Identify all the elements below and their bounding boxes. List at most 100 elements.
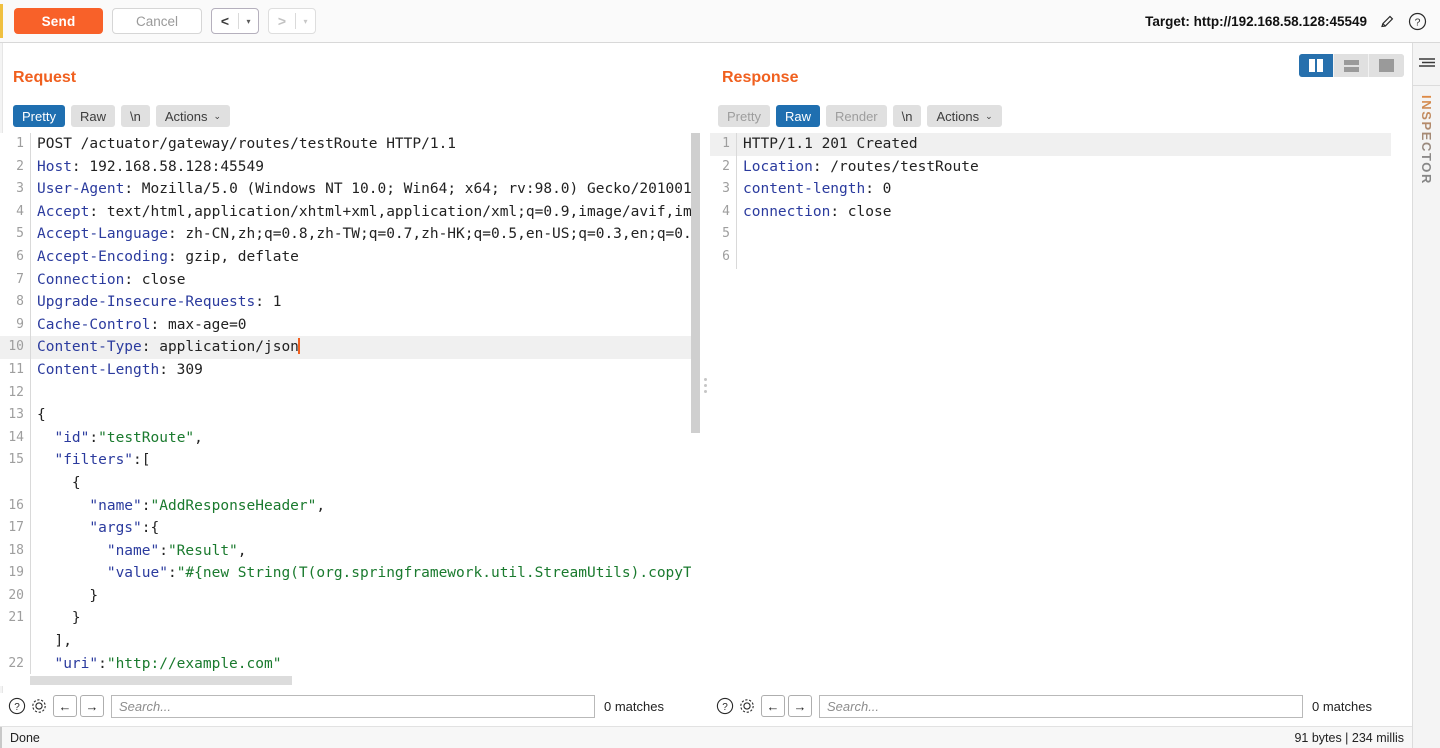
request-code-line[interactable]: { (0, 471, 700, 495)
line-text: content-length: 0 (737, 178, 1400, 201)
request-code-line[interactable]: 22 "uri":"http://example.com" (0, 652, 700, 676)
request-code-line[interactable]: 1 POST /actuator/gateway/routes/testRoute… (0, 133, 700, 156)
request-horizontal-scrollbar[interactable] (0, 674, 691, 686)
line-number: 4 (722, 203, 730, 219)
request-code-line[interactable]: 13 { (0, 404, 700, 427)
request-code-line[interactable]: 7 Connection: close (0, 268, 700, 292)
tab-label: Render (834, 108, 878, 124)
response-code-line[interactable]: 3 content-length: 0 (710, 178, 1400, 201)
request-code-area[interactable]: 1 POST /actuator/gateway/routes/testRoute… (0, 133, 700, 686)
code-token: : text/html,application/xhtml+xml,applic… (89, 203, 700, 220)
history-back-dropdown-icon[interactable]: ▾ (239, 9, 258, 33)
line-text: } (31, 585, 700, 608)
request-vertical-scrollbar[interactable] (691, 133, 700, 686)
search-next-button[interactable]: → (788, 695, 812, 717)
text-cursor (297, 338, 300, 355)
response-code-line[interactable]: 1 HTTP/1.1 201 Created (710, 133, 1400, 156)
response-tab-pretty[interactable]: Pretty (718, 105, 770, 127)
request-code-line[interactable]: 8 Upgrade-Insecure-Requests: 1 (0, 291, 700, 314)
help-icon[interactable]: ? (6, 695, 28, 717)
request-code-line[interactable]: 10 Content-Type: application/json (0, 336, 700, 359)
request-code-line[interactable]: 6 Accept-Encoding: gzip, deflate (0, 245, 700, 269)
request-code-line[interactable]: 5 Accept-Language: zh-CN,zh;q=0.8,zh-TW;q… (0, 223, 700, 246)
pencil-icon[interactable] (1378, 12, 1397, 31)
line-number: 22 (8, 655, 24, 671)
single-layout-button[interactable] (1369, 54, 1404, 77)
response-code-line[interactable]: 2 Location: /routes/testRoute (710, 155, 1400, 179)
pane-splitter[interactable] (702, 133, 710, 686)
send-button[interactable]: Send (14, 8, 103, 34)
line-number (0, 472, 30, 495)
side-by-side-layout-button[interactable] (1299, 54, 1334, 77)
code-token: , (237, 542, 247, 559)
request-code-line[interactable]: ], (0, 630, 700, 653)
response-tab-raw[interactable]: Raw (775, 105, 820, 127)
code-token: Content-Length (37, 361, 160, 378)
request-tab-raw[interactable]: Raw (70, 105, 115, 127)
code-token: } (37, 587, 99, 604)
request-code-line[interactable]: 16 "name":"AddResponseHeader", (0, 494, 700, 518)
code-token: "id" (37, 429, 90, 446)
inspector-label[interactable]: INSPECTOR (1419, 95, 1434, 185)
response-tab-render[interactable]: Render (825, 105, 887, 127)
request-code-line[interactable]: 14 "id":"testRoute", (0, 426, 700, 450)
search-next-button[interactable]: → (80, 695, 104, 717)
request-code-line[interactable]: 9 Cache-Control: max-age=0 (0, 313, 700, 337)
line-number: 1 (722, 136, 730, 151)
response-code-area[interactable]: 1 HTTP/1.1 201 Created 2 Location: /routes/… (710, 133, 1400, 686)
response-editor[interactable]: 1 HTTP/1.1 201 Created 2 Location: /routes/… (710, 133, 1400, 686)
response-tab-n[interactable]: \n (892, 105, 922, 127)
response-panel-title: Response (722, 69, 799, 86)
response-code-line[interactable]: 5 (710, 223, 1400, 246)
search-prev-button[interactable]: ← (761, 695, 785, 717)
line-number: 6 (16, 248, 24, 264)
history-back-group[interactable]: < ▾ (211, 8, 259, 34)
search-input[interactable] (111, 694, 595, 718)
request-code-line[interactable]: 3 User-Agent: Mozilla/5.0 (Windows NT 10.… (0, 178, 700, 201)
tab-label: Actions (164, 108, 208, 124)
code-token: ], (37, 633, 72, 650)
response-vertical-scrollbar[interactable] (1391, 133, 1400, 686)
hamburger-icon[interactable] (1418, 55, 1436, 71)
request-editor[interactable]: 1 POST /actuator/gateway/routes/testRoute… (0, 133, 700, 686)
help-icon[interactable]: ? (714, 695, 736, 717)
request-code-line[interactable]: 19 "value":"#{new String(T(org.springfra… (0, 562, 700, 585)
request-tab-pretty[interactable]: Pretty (13, 105, 65, 127)
history-back-button[interactable]: < (212, 9, 238, 33)
request-code-line[interactable]: 11 Content-Length: 309 (0, 358, 700, 382)
response-code-line[interactable]: 6 (710, 245, 1400, 269)
help-icon[interactable]: ? (1408, 12, 1427, 31)
response-tab-actions[interactable]: Actions ⌄ (927, 105, 1002, 127)
request-code-line[interactable]: 20 } (0, 584, 700, 608)
history-forward-dropdown-icon[interactable]: ▾ (296, 9, 315, 33)
request-code-line[interactable]: 12 (0, 381, 700, 405)
code-token: Accept-Language (37, 226, 168, 243)
response-code-line[interactable]: 4 connection: close (710, 200, 1400, 224)
history-forward-group[interactable]: > ▾ (268, 8, 316, 34)
request-code-line[interactable]: 15 "filters":[ (0, 449, 700, 472)
line-number: 11 (8, 361, 24, 377)
line-text: Connection: close (31, 269, 700, 292)
search-prev-button[interactable]: ← (53, 695, 77, 717)
search-input[interactable] (819, 694, 1303, 718)
request-tab-actions[interactable]: Actions ⌄ (155, 105, 231, 127)
request-code-line[interactable]: 21 } (0, 607, 700, 631)
stacked-layout-button[interactable] (1334, 54, 1369, 77)
line-text: } (31, 607, 700, 630)
scrollbar-thumb[interactable] (691, 133, 700, 433)
scrollbar-thumb[interactable] (30, 676, 292, 685)
request-code-line[interactable]: 18 "name":"Result", (0, 539, 700, 563)
history-forward-button[interactable]: > (269, 9, 295, 33)
request-code-line[interactable]: 17 "args":{ (0, 517, 700, 540)
line-text: Host: 192.168.58.128:45549 (31, 156, 700, 179)
cancel-button[interactable]: Cancel (112, 8, 202, 34)
gear-icon[interactable] (28, 695, 50, 717)
line-number: 16 (8, 497, 24, 513)
line-number: 20 (8, 587, 24, 603)
request-tab-n[interactable]: \n (120, 105, 150, 127)
request-code-line[interactable]: 2 Host: 192.168.58.128:45549 (0, 155, 700, 179)
gear-icon[interactable] (736, 695, 758, 717)
request-code-line[interactable]: 4 Accept: text/html,application/xhtml+xml… (0, 200, 700, 224)
code-token: : close (124, 271, 186, 288)
code-token: Host (37, 158, 72, 175)
